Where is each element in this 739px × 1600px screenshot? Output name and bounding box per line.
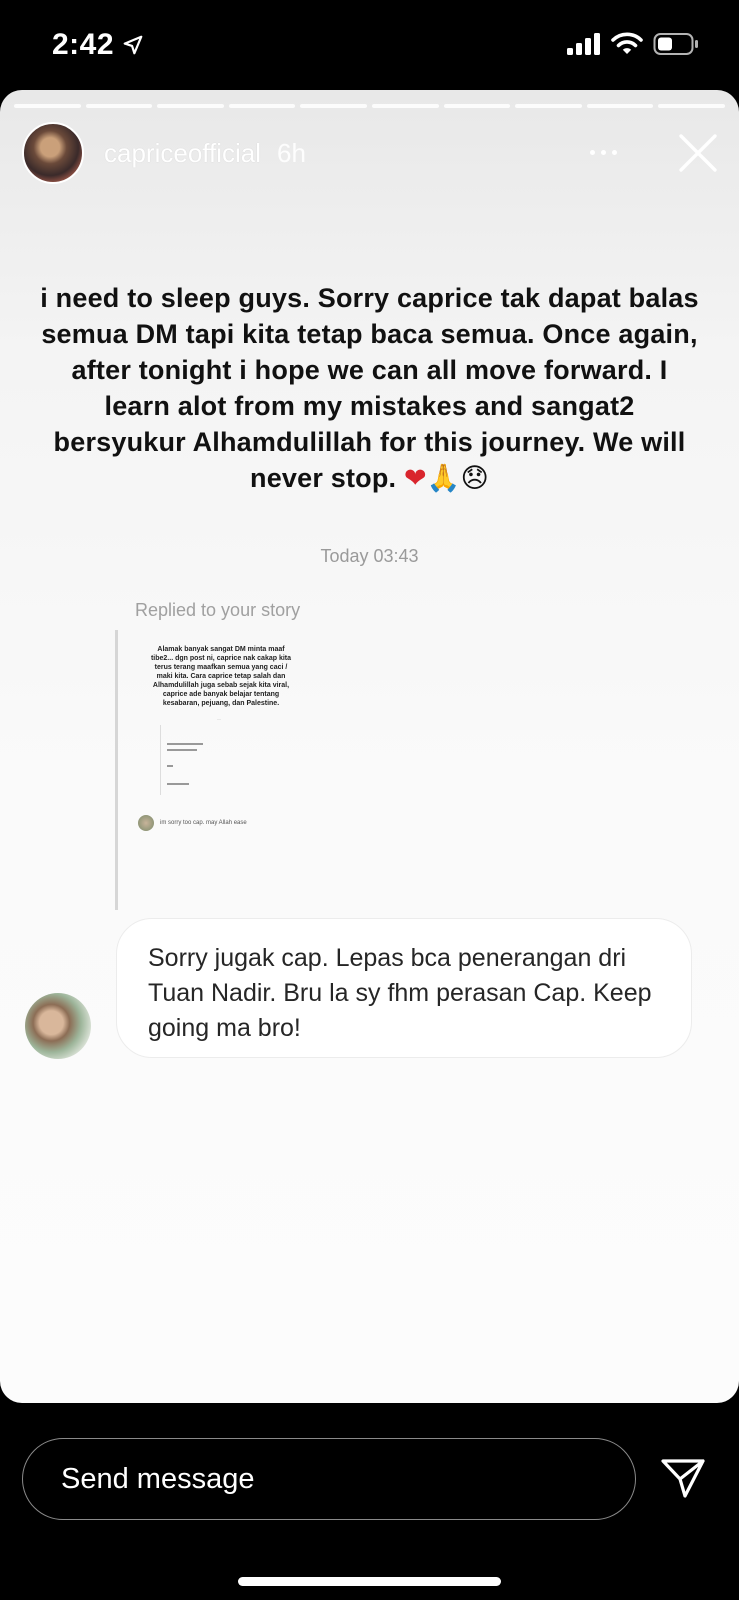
thumbnail-nested-reply [160, 725, 260, 795]
story-caption-text: i need to sleep guys. Sorry caprice tak … [40, 283, 699, 493]
progress-segment [300, 104, 367, 108]
progress-segment [443, 104, 511, 108]
progress-segment [371, 104, 439, 108]
reply-quote-bar [115, 630, 118, 910]
location-arrow-icon [123, 35, 143, 55]
story-header: capriceofficial 6h [22, 122, 719, 184]
send-message-placeholder: Send message [61, 1462, 255, 1495]
send-message-input[interactable]: Send message [22, 1438, 636, 1520]
wifi-icon [611, 32, 643, 54]
story-caption: i need to sleep guys. Sorry caprice tak … [40, 280, 699, 496]
thumbnail-reply-text: im sorry too cap. may Allah ease [160, 820, 247, 826]
status-time-text: 2:42 [52, 28, 115, 61]
paper-plane-icon[interactable] [660, 1455, 706, 1501]
status-icons [567, 32, 699, 56]
more-options-button[interactable] [583, 140, 623, 164]
more-dot [611, 149, 617, 155]
progress-segment [515, 104, 582, 108]
message-text: Sorry jugak cap. Lepas bca penerangan dr… [148, 944, 652, 1042]
more-dot [600, 149, 606, 155]
disappointed-face-emoji-icon: 😞 [460, 463, 489, 493]
more-dot [589, 149, 595, 155]
heart-emoji-icon: ❤ [403, 463, 427, 493]
sender-avatar[interactable] [25, 993, 91, 1059]
thumbnail-line [167, 765, 173, 767]
battery-icon [653, 33, 698, 55]
progress-segment [586, 104, 654, 108]
reply-bar: Send message [0, 1403, 739, 1600]
profile-avatar[interactable] [22, 122, 84, 184]
thumbnail-reply-row: im sorry too cap. may Allah ease [138, 815, 247, 831]
story-progress-bar [14, 104, 725, 108]
story-viewer[interactable]: capriceofficial 6h i need to sleep guys.… [0, 90, 739, 1403]
message-bubble: Sorry jugak cap. Lepas bca penerangan dr… [116, 918, 692, 1058]
thumbnail-timestamp: — [217, 716, 221, 721]
progress-segment [157, 104, 224, 108]
thumbnail-caption: Alamak banyak sangat DM minta maaf tibe2… [150, 646, 292, 707]
thumbnail-avatar [138, 815, 154, 831]
progress-segment [658, 104, 725, 108]
progress-segment [228, 104, 296, 108]
chat-timestamp: Today 03:43 [320, 546, 419, 566]
thumbnail-line [167, 743, 203, 745]
thumbnail-line [167, 783, 189, 785]
home-indicator[interactable] [238, 1577, 501, 1586]
story-username[interactable]: capriceofficial [104, 138, 261, 169]
praying-hands-emoji-icon: 🙏 [426, 463, 461, 493]
thumbnail-line [167, 749, 197, 751]
replied-to-story-label: Replied to your story [135, 600, 301, 620]
story-time-ago: 6h [277, 137, 306, 168]
progress-segment [14, 104, 81, 108]
status-bar: 2:42 [0, 0, 739, 92]
progress-segment [85, 104, 153, 108]
cellular-signal-icon [567, 33, 600, 55]
status-time: 2:42 [52, 28, 144, 62]
close-icon[interactable] [677, 132, 719, 174]
story-reply-thumbnail[interactable]: Alamak banyak sangat DM minta maaf tibe2… [134, 635, 304, 835]
